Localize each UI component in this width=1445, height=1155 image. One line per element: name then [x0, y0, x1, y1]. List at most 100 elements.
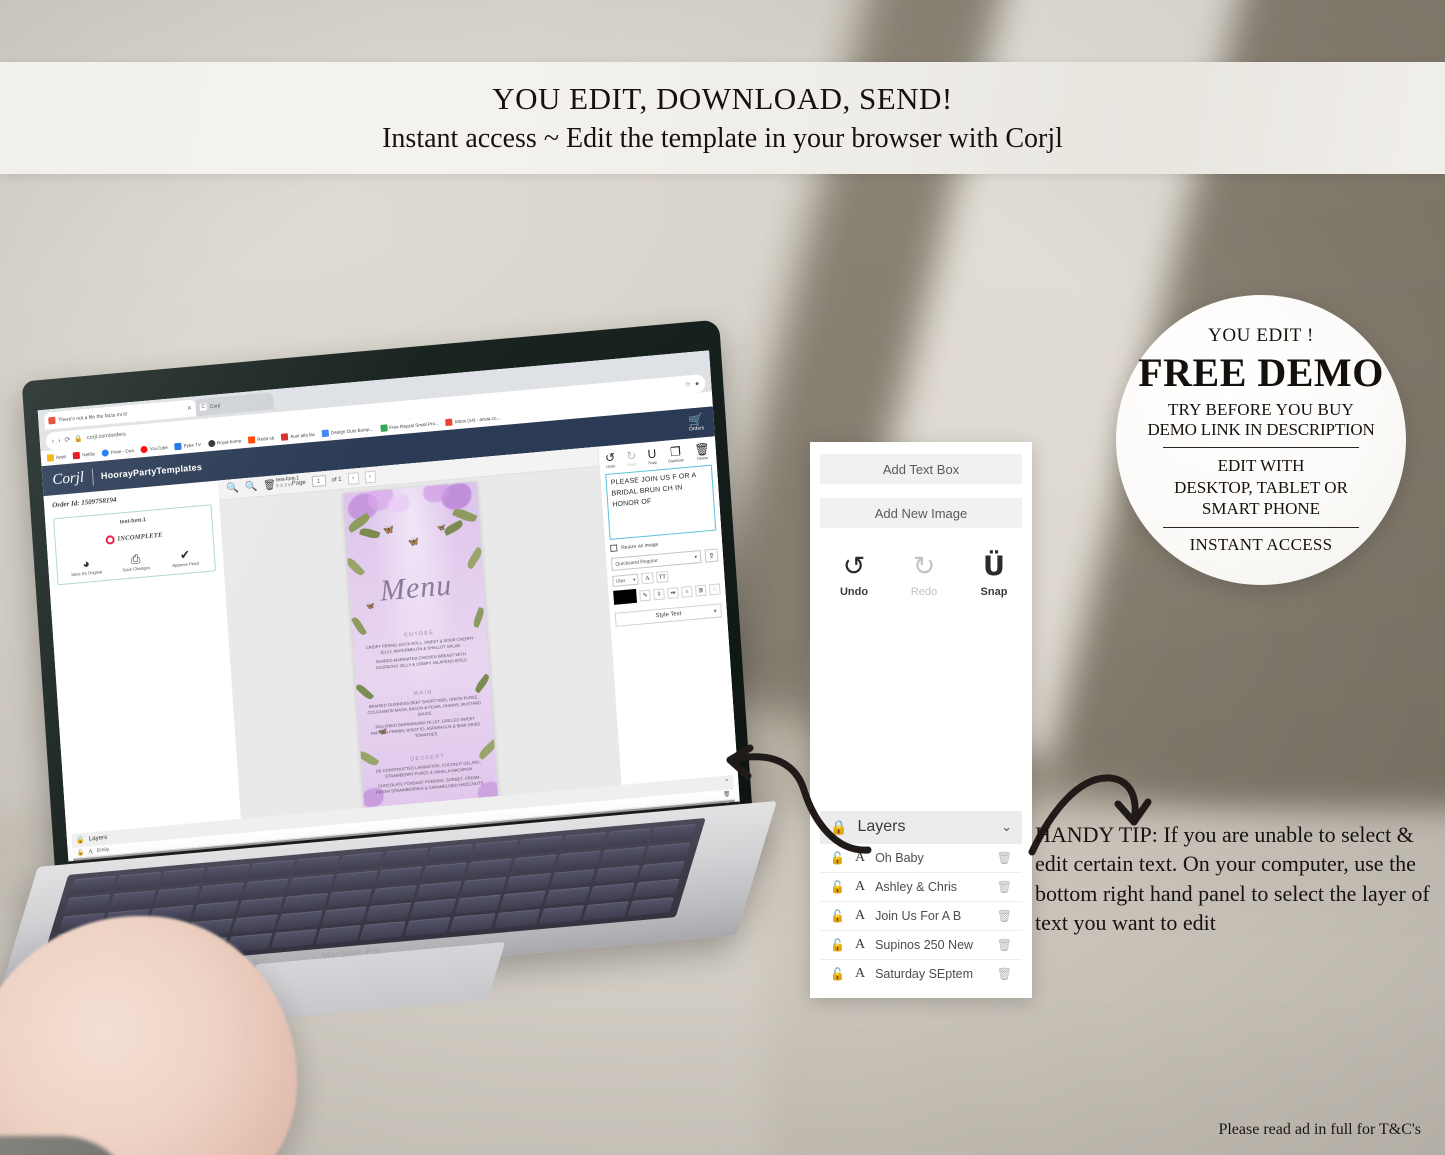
back-icon[interactable]: ‹: [52, 438, 55, 445]
approve-proof-button[interactable]: ✔ Approve Proof: [165, 547, 206, 569]
orders-button[interactable]: 🛒 Orders: [688, 412, 704, 432]
trash-icon[interactable]: 🗑: [997, 967, 1012, 981]
flower-petal: [476, 780, 498, 802]
menu-item: CRISPY PEKING DUCK ROLL, SWEET & SOUR CH…: [365, 635, 474, 655]
letter-spacing-icon[interactable]: ⇹: [667, 586, 679, 599]
tab-close-icon[interactable]: ✕: [187, 405, 192, 412]
unlock-icon[interactable]: 🔓: [830, 909, 845, 923]
save-original-button[interactable]: ◕ Save it's Original: [66, 556, 107, 578]
trash-icon[interactable]: 🗑: [997, 938, 1012, 952]
unlock-icon[interactable]: 🔓: [77, 848, 85, 856]
page-label: Page: [291, 479, 306, 487]
mini-layers-title: Layers: [88, 833, 108, 843]
bookmark-item[interactable]: Redd sb: [248, 434, 274, 444]
eyedropper-icon[interactable]: ✎: [639, 589, 652, 602]
leaf: [442, 519, 464, 537]
browser-tab-1[interactable]: There's not a file the facts mi it! ✕: [43, 399, 197, 430]
star-icon[interactable]: ☆: [685, 380, 692, 389]
font-upload-button[interactable]: ⇪: [704, 548, 719, 563]
unlock-icon[interactable]: 🔓: [830, 880, 845, 894]
checkbox-icon[interactable]: [610, 544, 618, 552]
browser-address-bar[interactable]: ‹ › ⟳ 🔒 corjl.com/orders ☆ ●: [45, 373, 706, 451]
browser-tab-1-title: There's not a file the facts mi it!: [58, 410, 128, 424]
snap-button[interactable]: U Snap: [647, 447, 657, 466]
bookmark-item[interactable]: YouTube: [140, 444, 168, 454]
layer-row[interactable]: 🔓 A Saturday SEptem 🗑: [820, 959, 1022, 988]
corjl-brand-logo[interactable]: Corjl: [52, 469, 85, 489]
order-card[interactable]: test-font-1 INCOMPLETE ◕ Save it's Origi…: [53, 504, 217, 586]
corjl-favicon-icon: C: [199, 403, 208, 411]
trash-icon[interactable]: 🗑: [997, 851, 1012, 865]
shop-name: HoorayPartyTemplates: [100, 461, 203, 481]
layer-name: Saturday SEptem: [875, 967, 974, 981]
bookmark-label: Netflix: [82, 451, 96, 458]
trash-icon[interactable]: 🗑: [263, 479, 276, 491]
browser-tab-2[interactable]: C Corjl: [195, 392, 275, 417]
unlock-icon[interactable]: 🔓: [830, 938, 845, 952]
browser-tab-2-title: Corjl: [209, 402, 221, 410]
duplicate-button[interactable]: ❐ Duplicate: [667, 444, 684, 463]
style-text-dropdown[interactable]: Style Text ▾: [614, 603, 723, 627]
prev-page-button[interactable]: ‹: [347, 471, 359, 485]
chevron-down-icon[interactable]: ⌄: [1001, 819, 1012, 835]
bookmark-item[interactable]: Inbox (14) - anvia.co...: [445, 414, 501, 427]
free-demo-badge: YOU EDIT ! FREE DEMO TRY BEFORE YOU BUY …: [1116, 295, 1406, 585]
bookmark-label: Fybe TV: [183, 441, 202, 449]
bookmark-item[interactable]: Netflix: [73, 450, 96, 460]
trash-icon[interactable]: 🗑: [997, 880, 1012, 894]
section-heading: DESSERT: [409, 753, 446, 763]
text-layer-icon: A: [854, 879, 866, 894]
layer-row[interactable]: 🔓 A Ashley & Chris 🗑: [820, 872, 1022, 901]
leaf: [345, 512, 372, 534]
bookmark-item[interactable]: Apps: [46, 453, 67, 462]
save-changes-button[interactable]: ⎙ Save Changes: [115, 551, 156, 573]
page-of-label: of 1: [331, 476, 342, 483]
zoom-out-icon[interactable]: 🔍: [244, 481, 257, 493]
font-increase-button[interactable]: TT: [655, 570, 669, 584]
save-changes-icon: ⎙: [130, 551, 141, 567]
font-family-select[interactable]: Quicksand Regular ▾: [610, 549, 702, 571]
order-id: Order Id: 15097S8194: [51, 495, 117, 510]
canvas-toolbar: 🔍 🔍 🗑 Page 1 of 1 ‹ ›: [217, 446, 599, 501]
bookmark-item[interactable]: Royal home: [207, 437, 242, 448]
page-number-input[interactable]: 1: [311, 475, 327, 488]
unlock-icon[interactable]: 🔓: [830, 967, 845, 981]
undo-button[interactable]: ↺ Undo: [605, 450, 616, 469]
layer-name: Ashley & Chris: [875, 880, 958, 894]
save-original-icon: ◕: [81, 556, 91, 571]
bookmark-item[interactable]: Pinte - Dua: [101, 447, 134, 457]
bookmark-item[interactable]: Aust alla fac: [281, 431, 315, 441]
resize-as-image-option[interactable]: Resize as Image: [610, 535, 717, 552]
line-height-icon[interactable]: ⇳: [653, 587, 666, 600]
reload-icon[interactable]: ⟳: [64, 436, 70, 445]
align-left-icon[interactable]: ≡: [681, 585, 693, 598]
font-family-value: Quicksand Regular: [615, 557, 658, 568]
zoom-in-icon[interactable]: 🔍: [226, 483, 239, 495]
layer-row[interactable]: 🔓 A Join Us For A B 🗑: [820, 901, 1022, 930]
redo-button[interactable]: ↻ Redo: [626, 448, 637, 467]
next-page-button[interactable]: ›: [364, 470, 376, 484]
redo-button[interactable]: ↻ Redo: [904, 552, 944, 600]
bookmark-item[interactable]: Fybe TV: [174, 441, 202, 451]
undo-button[interactable]: ↺ Undo: [834, 552, 874, 600]
font-size-select[interactable]: 18px ▾: [612, 573, 639, 587]
curve-text-icon[interactable]: ◌: [708, 582, 721, 595]
align-center-icon[interactable]: ≣: [695, 584, 707, 597]
snap-button[interactable]: Ü Snap: [974, 552, 1014, 600]
text-edit-field[interactable]: PLEASE JOIN US F OR A BRIDAL BRUN CH IN …: [605, 464, 717, 541]
corjl-floating-panel: Add Text Box Add New Image ↺ Undo ↻ Redo…: [810, 442, 1032, 998]
delete-button[interactable]: 🗑 Delete: [694, 442, 710, 461]
browser-tab-bar: There's not a file the facts mi it! ✕ C …: [37, 350, 711, 431]
profile-icon[interactable]: ●: [695, 380, 700, 387]
add-new-image-button[interactable]: Add New Image: [820, 498, 1022, 528]
trash-icon[interactable]: 🗑: [997, 909, 1012, 923]
text-color-swatch[interactable]: [613, 588, 638, 605]
forward-icon[interactable]: ›: [58, 437, 61, 444]
add-text-box-button[interactable]: Add Text Box: [820, 454, 1022, 484]
bookmark-item[interactable]: Free Rayzal Small Pro...: [380, 420, 439, 432]
menu-card-preview[interactable]: 🦋 🦋 🦋 🦋 🦋 Menu ENTRÉE CRISPY PEKING DUCK…: [342, 481, 498, 817]
corjl-app-header: Corjl HoorayPartyTemplates 🛒 Orders: [41, 406, 715, 497]
layer-row[interactable]: 🔓 A Supinos 250 New 🗑: [820, 930, 1022, 959]
bookmark-item[interactable]: Design Outs Bump...: [321, 426, 374, 438]
font-decrease-button[interactable]: A: [641, 572, 654, 585]
